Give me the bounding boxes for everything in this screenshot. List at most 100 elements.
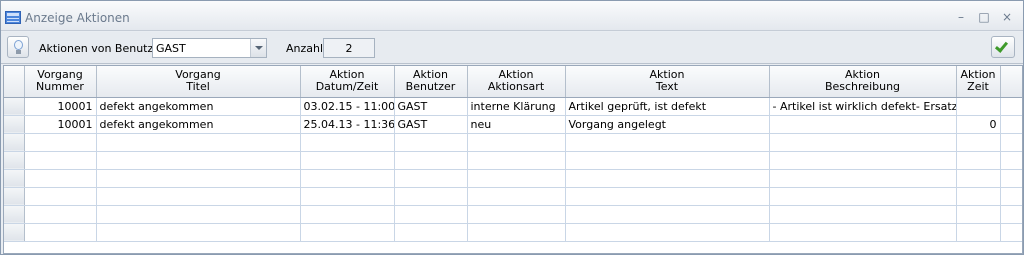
count-label: Anzahl bbox=[286, 42, 324, 55]
table-cell[interactable] bbox=[300, 151, 395, 170]
hint-button[interactable] bbox=[7, 36, 29, 58]
table-cell[interactable] bbox=[300, 133, 395, 152]
user-select-value: GAST bbox=[156, 42, 186, 55]
table-cell[interactable] bbox=[956, 133, 1001, 152]
table-cell[interactable]: 10001 bbox=[24, 97, 97, 116]
table-cell[interactable] bbox=[24, 169, 97, 188]
table-cell[interactable] bbox=[300, 169, 395, 188]
table-cell[interactable] bbox=[394, 205, 468, 224]
table-cell[interactable] bbox=[24, 223, 97, 242]
table-cell[interactable] bbox=[394, 187, 468, 206]
column-header[interactable]: Aktion Text bbox=[565, 66, 770, 98]
table-cell[interactable] bbox=[769, 205, 957, 224]
row-selector-header[interactable] bbox=[4, 66, 25, 98]
table-cell[interactable]: Artikel geprüft, ist defekt bbox=[565, 97, 770, 116]
table-cell[interactable] bbox=[956, 97, 1001, 116]
row-selector[interactable] bbox=[4, 133, 25, 152]
table-cell[interactable]: GAST bbox=[394, 97, 468, 116]
row-selector[interactable] bbox=[4, 223, 25, 242]
table-cell[interactable] bbox=[956, 151, 1001, 170]
column-header[interactable]: Aktion Aktionsart bbox=[467, 66, 566, 98]
row-selector[interactable] bbox=[4, 151, 25, 170]
column-header[interactable]: Aktion Zeit bbox=[956, 66, 1001, 98]
table-cell[interactable] bbox=[956, 223, 1001, 242]
row-selector[interactable] bbox=[4, 205, 25, 224]
table-cell[interactable] bbox=[24, 205, 97, 224]
column-header[interactable]: Vorgang Nummer bbox=[24, 66, 97, 98]
column-header[interactable]: Aktion Datum/Zeit bbox=[300, 66, 395, 98]
table-row[interactable]: 10001 defekt angekommen 03.02.15 - 11:00 GA… bbox=[4, 97, 1022, 116]
row-selector[interactable] bbox=[4, 115, 25, 134]
table-cell[interactable] bbox=[769, 223, 957, 242]
title-bar: Anzeige Aktionen – □ × bbox=[1, 1, 1023, 31]
table-cell[interactable] bbox=[769, 115, 957, 134]
table-cell[interactable] bbox=[96, 187, 301, 206]
table-cell[interactable]: 03.02.15 - 11:00 bbox=[300, 97, 395, 116]
table-row[interactable]: 10001 defekt angekommen 25.04.13 - 11:36 GA… bbox=[4, 115, 1022, 134]
table-cell[interactable]: interne Klärung bbox=[467, 97, 566, 116]
table-cell[interactable] bbox=[24, 133, 97, 152]
close-button[interactable]: × bbox=[999, 9, 1015, 25]
table-cell[interactable] bbox=[467, 151, 566, 170]
table-cell[interactable] bbox=[300, 205, 395, 224]
chevron-down-icon[interactable] bbox=[250, 39, 266, 57]
table-cell[interactable] bbox=[300, 187, 395, 206]
table-cell[interactable] bbox=[769, 151, 957, 170]
row-filler bbox=[1000, 205, 1022, 224]
row-filler bbox=[1000, 187, 1022, 206]
table-cell[interactable] bbox=[24, 187, 97, 206]
minimize-button[interactable]: – bbox=[953, 9, 969, 25]
table-cell[interactable] bbox=[565, 187, 770, 206]
table-cell[interactable]: defekt angekommen bbox=[96, 97, 301, 116]
table-cell[interactable] bbox=[300, 223, 395, 242]
table-cell[interactable] bbox=[467, 223, 566, 242]
table-cell[interactable] bbox=[467, 133, 566, 152]
row-selector[interactable] bbox=[4, 169, 25, 188]
table-cell[interactable] bbox=[96, 223, 301, 242]
table-cell[interactable] bbox=[956, 187, 1001, 206]
table-cell[interactable]: GAST bbox=[394, 115, 468, 134]
column-header[interactable]: Vorgang Titel bbox=[96, 66, 301, 98]
table-cell[interactable]: - Artikel ist wirklich defekt- Ersatzlie… bbox=[769, 97, 957, 116]
table-cell[interactable] bbox=[467, 187, 566, 206]
user-select[interactable]: GAST bbox=[152, 38, 267, 58]
table-cell[interactable] bbox=[394, 133, 468, 152]
table-cell[interactable] bbox=[565, 223, 770, 242]
table-cell[interactable] bbox=[956, 169, 1001, 188]
table-cell[interactable] bbox=[394, 151, 468, 170]
empty-row bbox=[4, 169, 1022, 188]
column-header[interactable]: Aktion Beschreibung bbox=[769, 66, 957, 98]
table-cell[interactable] bbox=[394, 169, 468, 188]
row-selector[interactable] bbox=[4, 187, 25, 206]
table-cell[interactable] bbox=[565, 205, 770, 224]
row-selector[interactable] bbox=[4, 97, 25, 116]
table-cell[interactable] bbox=[24, 151, 97, 170]
table-cell[interactable] bbox=[956, 205, 1001, 224]
table-cell[interactable] bbox=[96, 151, 301, 170]
table-cell[interactable] bbox=[394, 223, 468, 242]
table-cell[interactable] bbox=[96, 205, 301, 224]
table-cell[interactable] bbox=[467, 169, 566, 188]
row-filler bbox=[1000, 97, 1022, 116]
table-cell[interactable] bbox=[565, 151, 770, 170]
user-label: Aktionen von Benutzer bbox=[39, 42, 165, 55]
table-cell[interactable] bbox=[769, 133, 957, 152]
table-cell[interactable] bbox=[96, 169, 301, 188]
table-cell[interactable]: 10001 bbox=[24, 115, 97, 134]
table-cell[interactable] bbox=[467, 205, 566, 224]
row-filler bbox=[1000, 115, 1022, 134]
table-cell[interactable]: neu bbox=[467, 115, 566, 134]
table-cell[interactable]: 0 bbox=[956, 115, 1001, 134]
count-value: 2 bbox=[345, 42, 353, 55]
table-cell[interactable]: defekt angekommen bbox=[96, 115, 301, 134]
table-cell[interactable]: 25.04.13 - 11:36 bbox=[300, 115, 395, 134]
column-header[interactable]: Aktion Benutzer bbox=[394, 66, 468, 98]
table-cell[interactable] bbox=[769, 187, 957, 206]
confirm-button[interactable] bbox=[991, 36, 1015, 58]
table-cell[interactable] bbox=[565, 169, 770, 188]
table-cell[interactable] bbox=[96, 133, 301, 152]
restore-button[interactable]: □ bbox=[976, 9, 992, 25]
table-cell[interactable] bbox=[565, 133, 770, 152]
table-cell[interactable]: Vorgang angelegt bbox=[565, 115, 770, 134]
table-cell[interactable] bbox=[769, 169, 957, 188]
